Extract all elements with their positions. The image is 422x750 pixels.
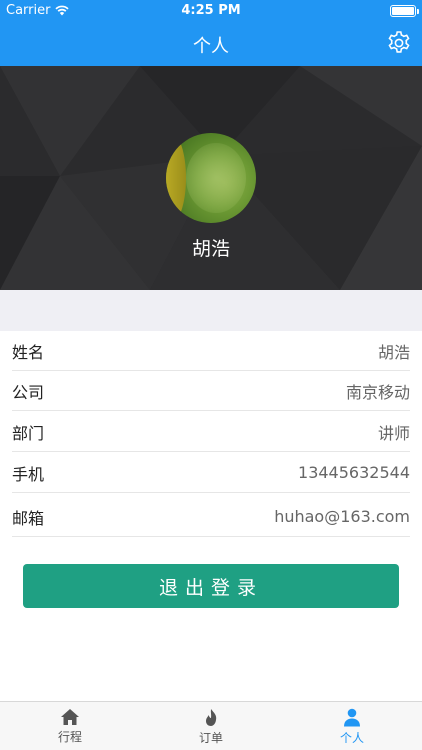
- info-label: 部门: [12, 423, 45, 443]
- person-icon: [344, 708, 360, 726]
- info-label: 邮箱: [12, 508, 45, 528]
- logout-button[interactable]: 退出登录: [23, 564, 399, 608]
- info-value: 胡浩: [377, 342, 410, 362]
- tab-label: 行程: [57, 730, 82, 744]
- clock: 4:25 PM: [181, 3, 241, 18]
- tab-orders[interactable]: 订单: [141, 702, 281, 750]
- list-item-phone: 手机 13445632544: [12, 453, 410, 493]
- profile-name: 胡浩: [191, 238, 230, 260]
- list-item-email: 邮箱 huhao@163.com: [12, 497, 410, 537]
- info-value: 13445632544: [298, 463, 410, 482]
- tab-label: 个人: [339, 730, 364, 745]
- tab-personal[interactable]: 个人: [282, 702, 422, 750]
- section-gap: [0, 290, 422, 331]
- tab-trips[interactable]: 行程: [0, 702, 140, 750]
- info-value: 讲师: [377, 423, 410, 443]
- home-icon: [61, 709, 79, 725]
- nav-bar: 个人: [0, 22, 422, 66]
- profile-header: 胡浩: [0, 66, 422, 290]
- list-item-name: 姓名 胡浩: [12, 331, 410, 371]
- tab-bar: 行程 订单 个人: [0, 701, 422, 750]
- info-label: 手机: [12, 464, 45, 484]
- flame-icon: [206, 708, 217, 726]
- page-title: 个人: [193, 36, 229, 57]
- list-item-department: 部门 讲师: [12, 412, 410, 452]
- list-item-company: 公司 南京移动: [12, 371, 410, 411]
- avatar[interactable]: [166, 133, 256, 223]
- info-value: 南京移动: [345, 382, 410, 402]
- info-label: 公司: [12, 382, 45, 402]
- info-label: 姓名: [12, 342, 45, 362]
- info-value: huhao@163.com: [274, 507, 410, 526]
- info-list: 姓名 胡浩 公司 南京移动 部门 讲师 手机 13445632544 邮箱 hu…: [0, 331, 422, 541]
- battery-icon: [390, 5, 419, 17]
- tab-label: 订单: [198, 730, 223, 745]
- status-bar: Carrier 4:25 PM: [0, 0, 422, 22]
- gear-icon[interactable]: [386, 30, 412, 56]
